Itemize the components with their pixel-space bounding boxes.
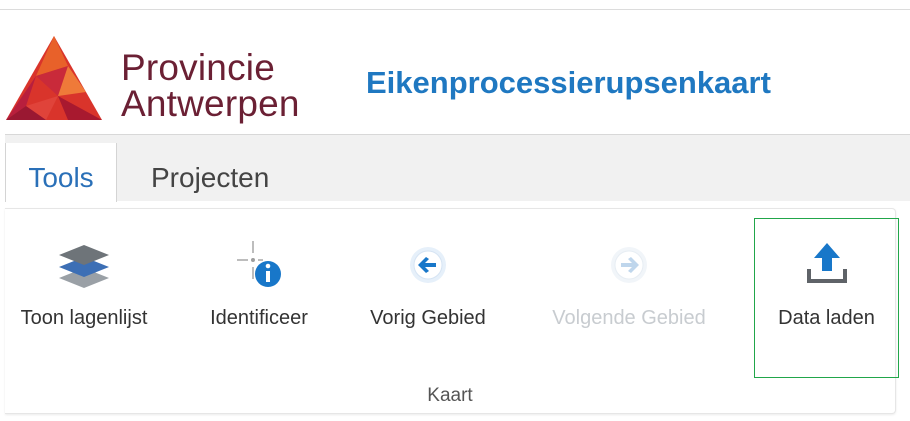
app-title: Eikenprocessierupsenkaart xyxy=(366,65,771,100)
vorig-gebied-button[interactable]: Vorig Gebied xyxy=(355,209,501,379)
logo-wordmark: Provincie Antwerpen xyxy=(121,47,300,124)
volgende-gebied-button[interactable]: Volgende Gebied xyxy=(533,209,725,379)
logo-line-1: Provincie xyxy=(121,47,275,88)
logo-line-2: Antwerpen xyxy=(121,83,300,124)
forward-arrow-icon xyxy=(611,247,647,283)
tool-label: Volgende Gebied xyxy=(552,307,706,329)
identify-icon xyxy=(237,241,281,287)
upload-icon xyxy=(806,243,847,283)
tab-tools[interactable]: Tools xyxy=(5,143,117,202)
tool-label: Data laden xyxy=(778,307,875,329)
provincie-antwerpen-logo-icon xyxy=(6,36,102,120)
tool-label: Toon lagenlijst xyxy=(20,307,148,329)
tab-projecten[interactable]: Projecten xyxy=(151,143,269,200)
identificeer-button[interactable]: Identificeer xyxy=(189,209,329,379)
ribbon-group-label: Kaart xyxy=(427,385,473,406)
tab-bar: Tools Projecten xyxy=(5,134,910,202)
toon-lagenlijst-button[interactable]: Toon lagenlijst xyxy=(5,209,163,379)
layers-icon xyxy=(59,245,109,288)
tool-label: Vorig Gebied xyxy=(370,307,486,329)
app-header: Provincie Antwerpen Eikenprocessierupsen… xyxy=(0,10,910,134)
ribbon-panel: Toon lagenlijst Identificeer Vorig Gebie… xyxy=(5,208,899,414)
tool-label: Identificeer xyxy=(210,307,308,329)
data-laden-button[interactable]: Data laden xyxy=(754,209,899,379)
back-arrow-icon xyxy=(410,247,446,283)
